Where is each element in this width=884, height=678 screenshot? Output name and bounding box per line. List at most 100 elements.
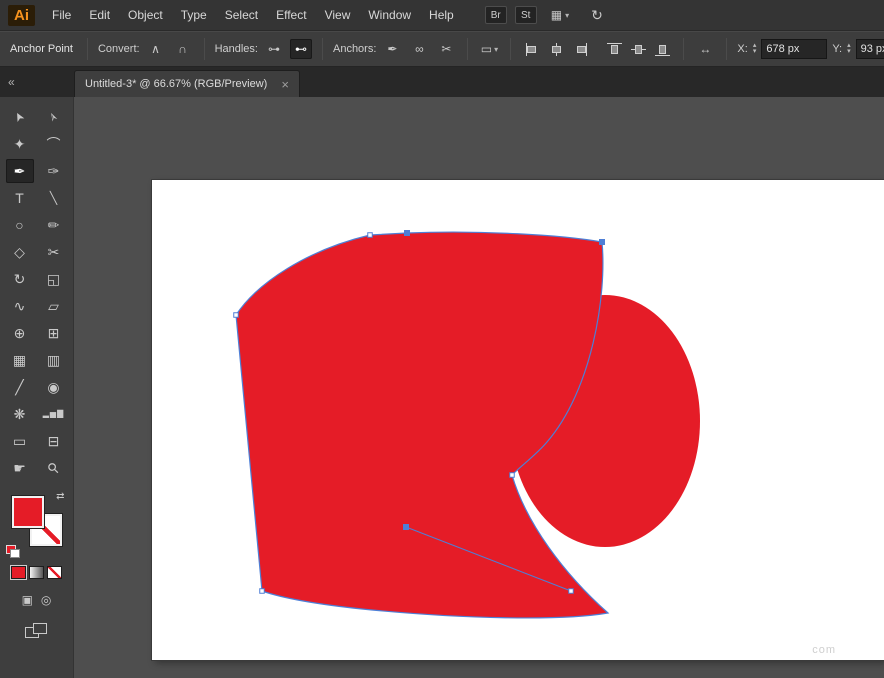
direct-selection-tool[interactable]: ➢ [40, 105, 68, 129]
chevron-down-icon: ▾ [565, 10, 570, 20]
rotate-tool[interactable]: ↻ [6, 267, 34, 291]
width-tool[interactable]: ∿ [6, 294, 34, 318]
eyedropper-tool[interactable]: ╱ [6, 375, 34, 399]
y-stepper[interactable]: ▴ ▾ [847, 42, 851, 55]
lasso-tool[interactable]: ⌒ [40, 132, 68, 156]
fill-swatch[interactable] [11, 496, 44, 528]
align-middle-icon [630, 43, 646, 56]
x-stepper[interactable]: ▴ ▾ [753, 42, 757, 55]
cut-path-icon: ✂ [441, 42, 452, 56]
hide-handles-icon: ⊶ [267, 42, 280, 56]
menu-item[interactable]: Edit [80, 8, 119, 22]
pen-tool[interactable]: ✒ [5, 159, 34, 183]
document-tab[interactable]: Untitled-3* @ 66.67% (RGB/Preview) × [74, 70, 300, 97]
illustrator-window: Ai File Edit Object Type Select Effect View Win… [0, 0, 884, 678]
blend-tool[interactable]: ◉ [40, 375, 68, 399]
show-handles-button[interactable]: ⊷ [289, 39, 312, 59]
tool-grid: ➤ ➢ ✦ ⌒ ✒ ✑ T ╲ ○ ✏ ◇ ✂ ↻ ◱ ∿ ▱ ⊕ ⊞ ▦ ▥ … [5, 105, 68, 480]
menu-item[interactable]: Window [359, 8, 420, 22]
align-horizontal-right-button[interactable] [569, 39, 591, 59]
workspace-icon: ▦ [550, 8, 563, 22]
menu-items: File Edit Object Type Select Effect View Window… [43, 8, 463, 22]
mesh-tool[interactable]: ▦ [6, 348, 34, 372]
shaper-tool[interactable]: ◇ [6, 240, 34, 264]
default-swatches-icon[interactable] [5, 545, 21, 558]
apply-gradient-button[interactable] [29, 566, 44, 579]
menu-item[interactable]: Object [119, 8, 172, 22]
draw-behind-icon[interactable]: ◎ [41, 593, 51, 607]
artboard-tool[interactable]: ▭ [6, 429, 34, 453]
slice-tool[interactable]: ⊟ [40, 429, 68, 453]
separator [510, 38, 512, 60]
apply-none-button[interactable] [47, 566, 62, 579]
paintbrush-tool[interactable]: ✏ [40, 213, 68, 237]
smooth-point-icon: ∩ [178, 42, 187, 56]
workspace-switcher[interactable]: ▦ ▾ [551, 8, 569, 22]
screen-mode-button[interactable] [24, 623, 49, 639]
shape-builder-tool[interactable]: ⊕ [6, 321, 34, 345]
align-vertical-top-button[interactable] [603, 39, 625, 59]
sync-icon[interactable]: ↻ [591, 7, 603, 24]
y-label: Y: [832, 43, 843, 55]
menu-item[interactable]: File [43, 8, 80, 22]
vertical-align-group [603, 39, 673, 59]
context-label: Anchor Point [10, 43, 73, 55]
separator [203, 38, 205, 60]
cut-path-button[interactable]: ✂ [435, 39, 457, 59]
x-input[interactable] [761, 39, 828, 59]
y-input[interactable] [855, 39, 884, 59]
convert-to-corner-button[interactable]: ∧ [145, 39, 167, 59]
ellipse-tool[interactable]: ○ [6, 213, 34, 237]
selected-artwork-path[interactable] [152, 180, 884, 660]
curvature-tool[interactable]: ✑ [40, 159, 68, 183]
distribute-icon: ↔ [699, 42, 712, 56]
scissors-tool[interactable]: ✂ [40, 240, 68, 264]
zoom-tool[interactable]: ⚲ [40, 456, 68, 480]
selection-tool[interactable]: ➤ [6, 105, 34, 129]
stock-button[interactable]: St [514, 6, 537, 24]
align-horizontal-center-button[interactable] [545, 39, 567, 59]
connect-anchors-button[interactable]: ∞ [408, 39, 430, 59]
watermark: com [812, 644, 836, 656]
stepper-down-icon: ▾ [847, 48, 851, 55]
align-horizontal-left-button[interactable] [521, 39, 543, 59]
distribute-button[interactable]: ↔ [694, 39, 716, 59]
bridge-button[interactable]: Br [484, 6, 507, 24]
menubar-right-cluster: Br St ▦ ▾ ↻ [484, 6, 603, 24]
collapse-panels-icon[interactable]: « [0, 75, 74, 89]
transform-icon: ▭ [480, 42, 493, 56]
magic-wand-tool[interactable]: ✦ [6, 132, 34, 156]
separator [726, 38, 728, 60]
menu-item[interactable]: Help [420, 8, 463, 22]
close-icon[interactable]: × [281, 78, 289, 91]
menu-item[interactable]: Type [172, 8, 216, 22]
draw-normal-icon[interactable]: ▣ [22, 593, 33, 607]
canvas-area[interactable]: com [74, 97, 884, 678]
hide-handles-button[interactable]: ⊶ [263, 39, 285, 59]
gradient-tool[interactable]: ▥ [40, 348, 68, 372]
convert-to-smooth-button[interactable]: ∩ [172, 39, 194, 59]
draw-mode-group: ▣ ◎ [22, 593, 52, 607]
swap-fill-stroke-icon[interactable]: ⇄ [56, 491, 64, 502]
menu-item[interactable]: Effect [267, 8, 315, 22]
line-tool[interactable]: ╲ [40, 186, 68, 210]
transform-dropdown[interactable]: ▭ ▾ [478, 39, 500, 59]
apply-color-button[interactable] [11, 566, 26, 579]
free-transform-tool[interactable]: ▱ [40, 294, 68, 318]
menu-item[interactable]: Select [216, 8, 267, 22]
align-bottom-icon [654, 43, 670, 56]
separator [321, 38, 323, 60]
hand-tool[interactable]: ☛ [6, 456, 34, 480]
remove-anchor-button[interactable]: ✒ [381, 39, 403, 59]
type-tool[interactable]: T [6, 186, 34, 210]
symbol-sprayer-tool[interactable]: ❋ [6, 402, 34, 426]
tools-panel: ➤ ➢ ✦ ⌒ ✒ ✑ T ╲ ○ ✏ ◇ ✂ ↻ ◱ ∿ ▱ ⊕ ⊞ ▦ ▥ … [0, 97, 74, 678]
perspective-grid-tool[interactable]: ⊞ [40, 321, 68, 345]
align-vertical-bottom-button[interactable] [651, 39, 673, 59]
align-vertical-center-button[interactable] [627, 39, 649, 59]
artboard[interactable]: com [152, 180, 884, 660]
fill-stroke-swatches: ⇄ [5, 491, 65, 558]
scale-tool[interactable]: ◱ [40, 267, 68, 291]
column-graph-tool[interactable]: ▂▅▇ [40, 402, 68, 426]
menu-item[interactable]: View [316, 8, 360, 22]
